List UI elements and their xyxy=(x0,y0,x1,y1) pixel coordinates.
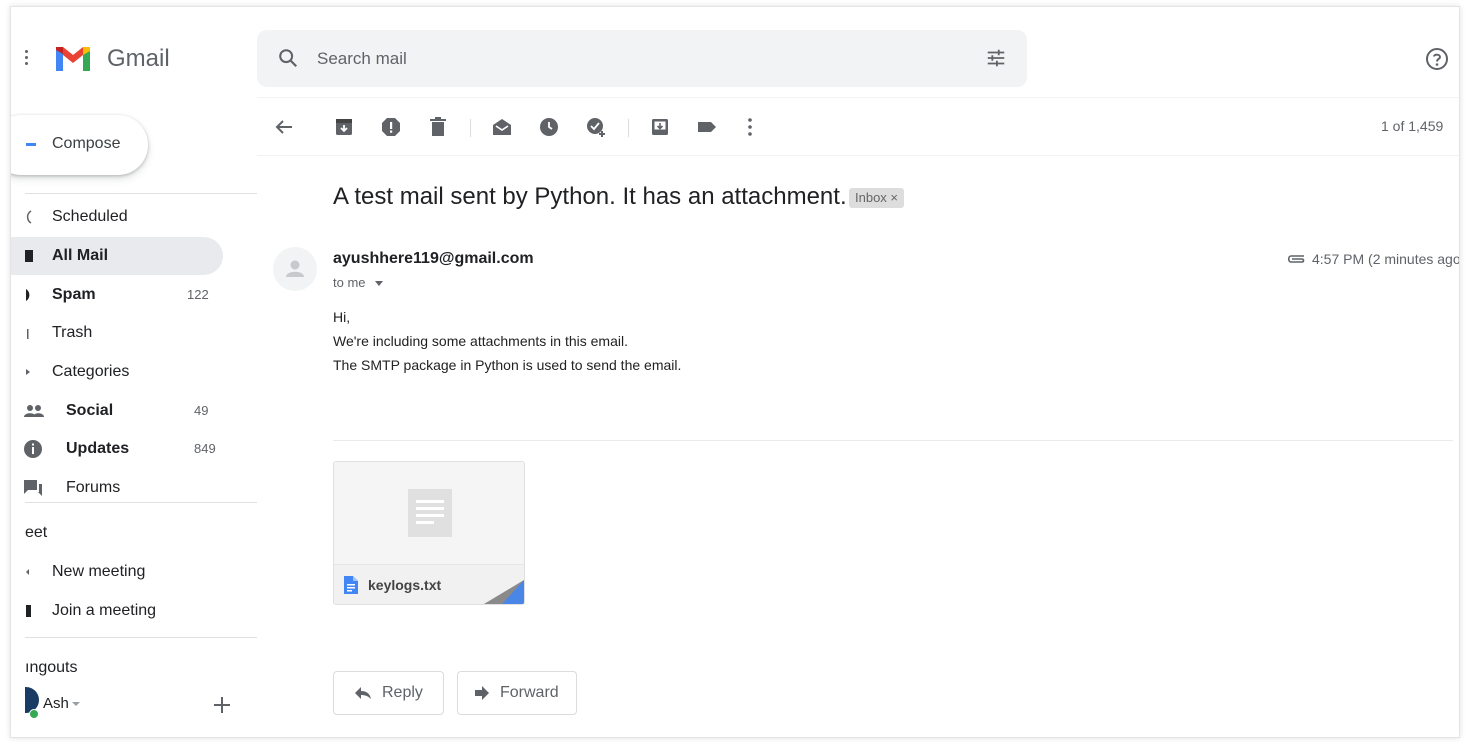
gmail-logo-icon[interactable] xyxy=(53,41,93,73)
chevron-down-icon[interactable] xyxy=(72,702,80,706)
sidebar-item-count: 122 xyxy=(187,287,209,302)
attachment-icon xyxy=(1287,255,1305,263)
sidebar-divider xyxy=(25,637,257,638)
search-icon[interactable] xyxy=(277,47,299,69)
email-body-line: Hi, xyxy=(333,309,351,325)
main-menu-icon[interactable] xyxy=(25,50,29,66)
inbox-label-chip[interactable]: Inbox × xyxy=(849,188,905,208)
pagination-count: 1 of 1,459 xyxy=(1381,118,1444,134)
trash-icon xyxy=(27,329,29,339)
toolbar-separator xyxy=(470,119,471,137)
fold-corner-accent xyxy=(502,580,524,604)
sidebar-item-label: Scheduled xyxy=(52,208,128,225)
move-to-icon[interactable] xyxy=(649,116,671,138)
attachment-preview xyxy=(334,462,524,564)
sidebar-item-count: 49 xyxy=(194,403,209,418)
forward-label: Forward xyxy=(500,684,559,701)
forum-icon xyxy=(24,480,42,496)
show-details-icon[interactable] xyxy=(375,281,383,286)
sidebar-item-label: Social xyxy=(66,402,114,419)
mark-unread-icon[interactable] xyxy=(491,116,513,138)
email-timestamp: 4:57 PM (2 minutes ago) xyxy=(1312,251,1460,267)
sidebar-item-label: All Mail xyxy=(52,247,109,264)
compose-button[interactable]: Compose xyxy=(11,115,148,175)
all-mail-icon xyxy=(25,250,33,262)
person-icon xyxy=(286,260,304,277)
report-spam-icon[interactable] xyxy=(380,116,402,138)
forward-button[interactable]: Forward xyxy=(457,671,577,715)
sidebar-item-label: Categories xyxy=(52,363,130,380)
header-divider xyxy=(257,97,1459,98)
sidebar-item-spam[interactable]: Spam 122 xyxy=(11,276,223,314)
label-icon[interactable] xyxy=(696,116,718,138)
add-task-icon[interactable] xyxy=(585,116,607,138)
attachment-card[interactable]: keylogs.txt xyxy=(333,461,525,605)
keyboard-icon xyxy=(26,605,31,617)
sidebar-divider xyxy=(25,502,257,503)
sidebar-item-label: Join a meeting xyxy=(52,602,157,619)
sender-email[interactable]: ayushhere119@gmail.com xyxy=(333,250,534,268)
help-icon[interactable] xyxy=(1425,47,1449,71)
sidebar-item-label: Trash xyxy=(52,324,93,341)
people-icon xyxy=(24,405,44,417)
recipient-text: to me xyxy=(333,275,366,290)
sidebar-item-count: 849 xyxy=(194,441,216,456)
email-body-line: We're including some attachments in this… xyxy=(333,333,628,349)
gmail-window: Gmail Search mail Compose Scheduled All … xyxy=(10,6,1460,738)
forward-icon xyxy=(475,686,489,700)
sidebar-item-categories[interactable]: Categories xyxy=(11,353,223,391)
search-input[interactable]: Search mail xyxy=(317,49,407,69)
sidebar-item-label: New meeting xyxy=(52,563,146,580)
hangouts-user-name: Ash xyxy=(43,695,69,712)
sidebar-item-social[interactable]: Social 49 xyxy=(11,392,223,430)
back-arrow-icon[interactable] xyxy=(273,116,295,138)
more-options-icon[interactable] xyxy=(739,116,761,138)
spam-icon xyxy=(26,289,30,301)
sidebar-item-new-meeting[interactable]: New meeting xyxy=(11,553,223,591)
sidebar-item-trash[interactable]: Trash xyxy=(11,314,223,352)
sidebar-item-scheduled[interactable]: Scheduled xyxy=(11,198,223,236)
video-icon xyxy=(26,569,29,575)
info-icon xyxy=(24,440,42,458)
sidebar-item-label: Updates xyxy=(66,440,130,457)
expand-icon xyxy=(26,369,30,375)
online-status-icon xyxy=(29,709,39,719)
sidebar-item-join-meeting[interactable]: Join a meeting xyxy=(11,592,223,630)
attachments-divider xyxy=(333,440,1453,441)
reply-icon xyxy=(355,687,371,699)
text-file-icon xyxy=(344,576,358,594)
toolbar-separator xyxy=(628,119,629,137)
snooze-icon[interactable] xyxy=(538,116,560,138)
gmail-brand-text: Gmail xyxy=(107,45,170,72)
reply-label: Reply xyxy=(382,684,423,701)
compose-plus-icon xyxy=(26,143,36,146)
add-chat-icon[interactable] xyxy=(214,697,230,713)
document-icon xyxy=(408,489,452,537)
compose-label: Compose xyxy=(52,135,121,152)
archive-icon[interactable] xyxy=(333,116,355,138)
email-subject: A test mail sent by Python. It has an at… xyxy=(333,183,847,210)
delete-icon[interactable] xyxy=(427,116,449,138)
reply-button[interactable]: Reply xyxy=(333,671,444,715)
hangouts-section-title: ıngouts xyxy=(25,659,78,676)
clock-icon xyxy=(26,210,32,224)
sidebar-item-label: Forums xyxy=(66,479,121,496)
meet-section-title: eet xyxy=(25,524,48,541)
toolbar-divider xyxy=(257,155,1459,156)
sender-avatar[interactable] xyxy=(273,247,317,291)
search-bar[interactable]: Search mail xyxy=(257,30,1027,87)
email-body-line: The SMTP package in Python is used to se… xyxy=(333,357,682,373)
sidebar-divider xyxy=(25,193,257,194)
sidebar-item-label: Spam xyxy=(52,286,96,303)
attachment-filename: keylogs.txt xyxy=(368,577,442,593)
search-options-icon[interactable] xyxy=(985,47,1007,69)
sidebar-item-all-mail[interactable]: All Mail xyxy=(11,237,223,275)
sidebar-item-updates[interactable]: Updates 849 xyxy=(11,430,223,468)
